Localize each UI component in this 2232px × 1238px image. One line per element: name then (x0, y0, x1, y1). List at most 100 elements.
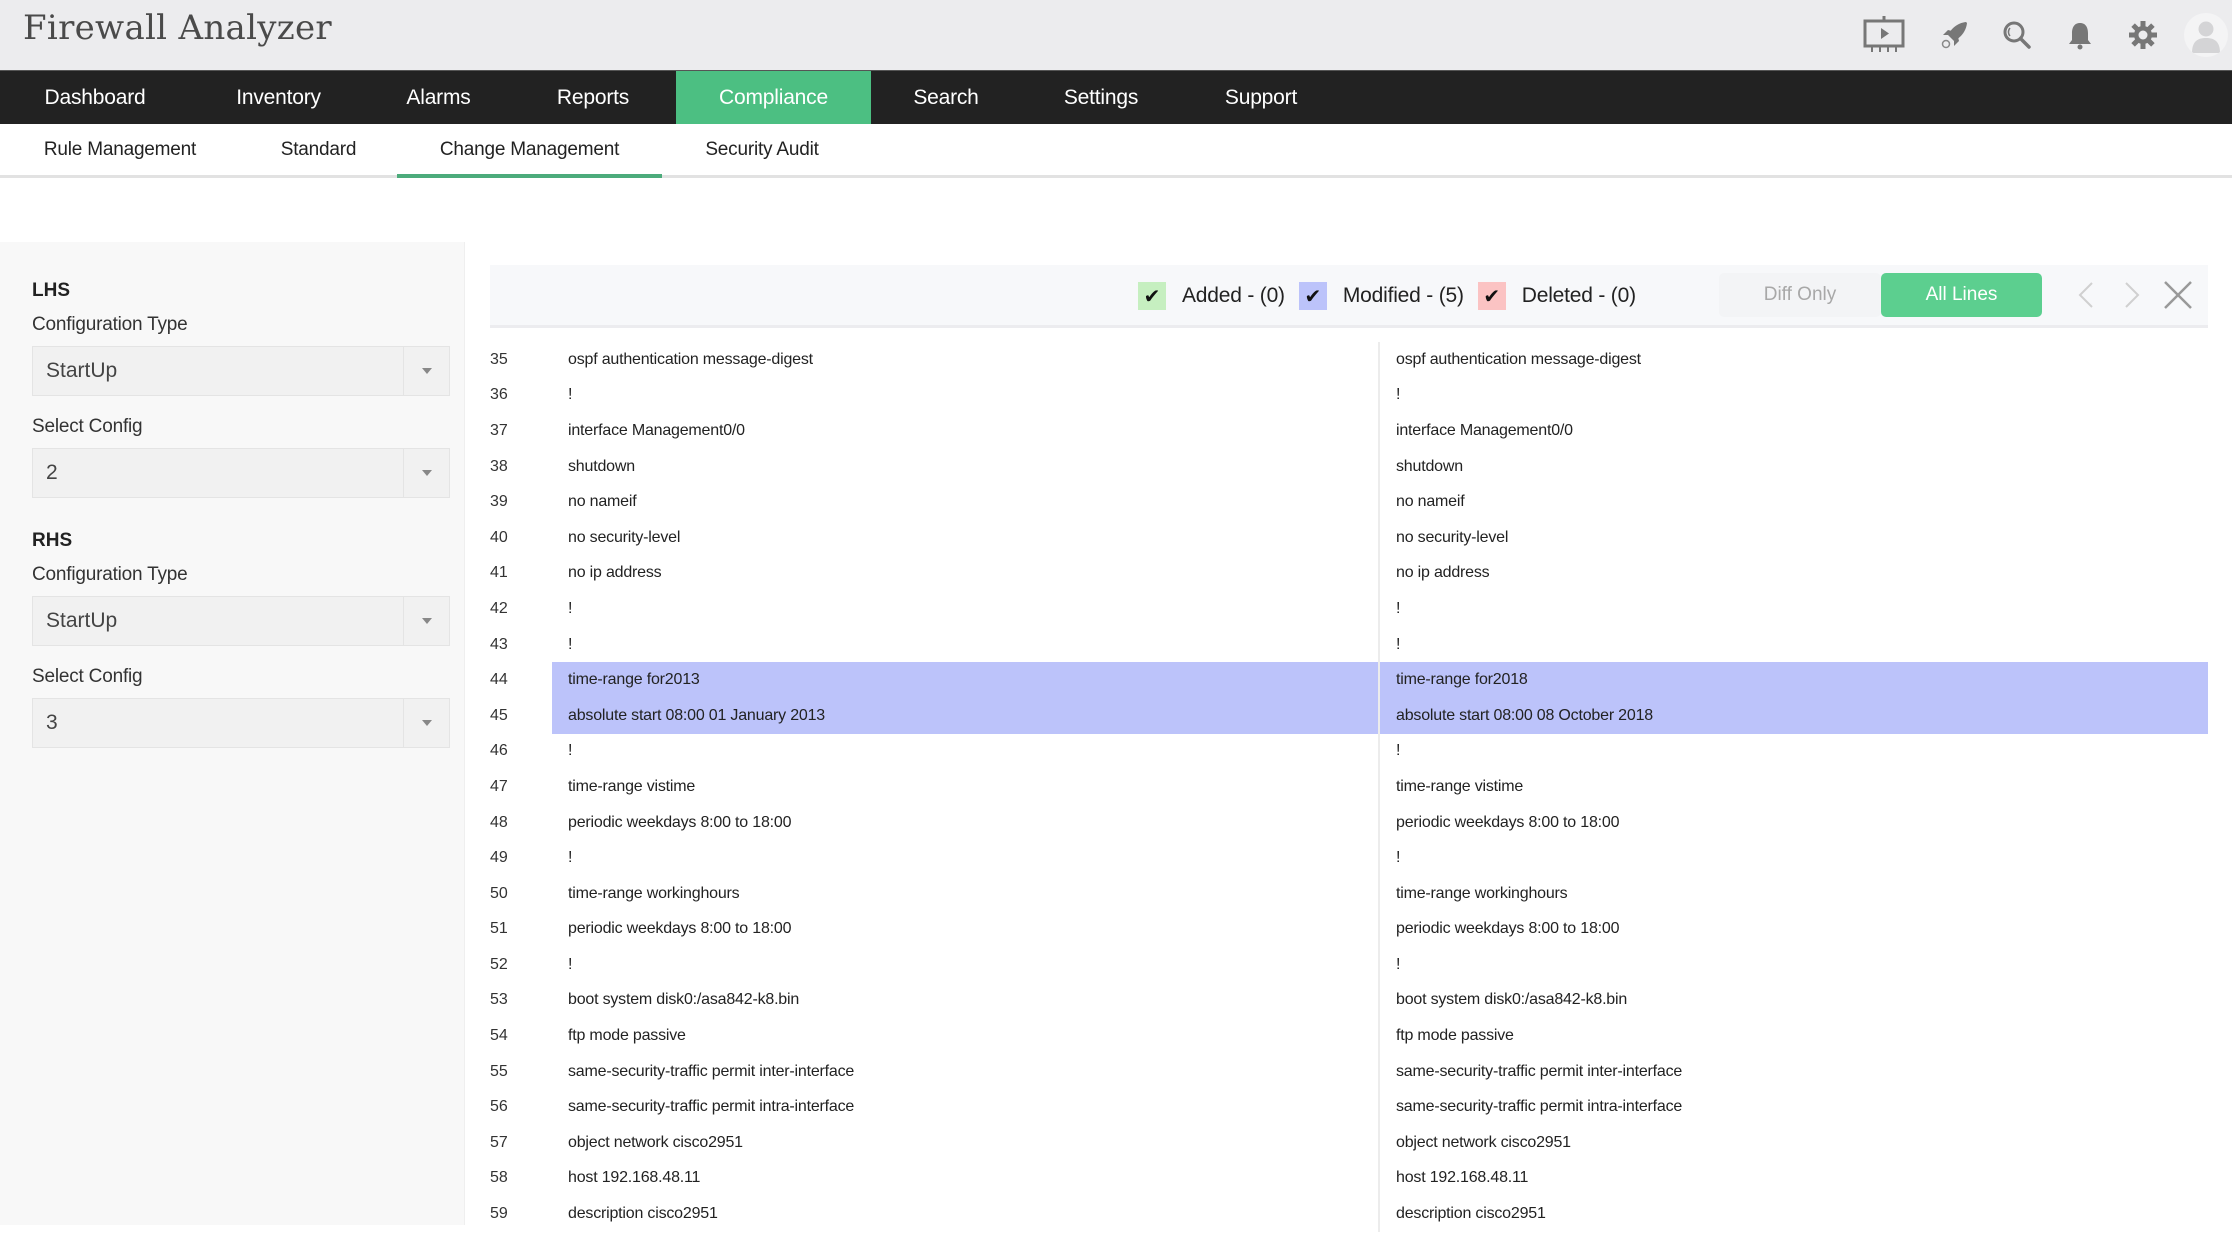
sub-nav: Rule Management Standard Change Manageme… (0, 124, 2232, 178)
lhs-title: LHS (32, 280, 70, 301)
gear-icon[interactable] (2128, 20, 2158, 50)
line-number: 47 (490, 777, 508, 795)
checkbox-added[interactable]: ✔ (1138, 282, 1166, 310)
legend-added-label: Added - (0) (1182, 284, 1285, 307)
diff-row: 46!! (490, 733, 2208, 770)
legend-modified[interactable]: ✔ Modified - (5) (1298, 282, 1464, 310)
line-number: 53 (490, 991, 508, 1009)
rhs-config-type-label: Configuration Type (32, 564, 188, 585)
lhs-config-line: ! (552, 840, 1380, 876)
diff-row: 40 no security-level no security-level (490, 519, 2208, 556)
lhs-config-line: same-security-traffic permit intra-inter… (552, 1089, 1380, 1126)
rhs-select-config-select[interactable]: 3 (32, 698, 450, 748)
rhs-config-line: ! (1396, 955, 1401, 973)
line-number: 35 (490, 350, 508, 368)
nav-inventory[interactable]: Inventory (190, 71, 367, 124)
checkbox-deleted[interactable]: ✔ (1477, 282, 1506, 310)
view-mode-toggle: Diff Only All Lines (1719, 273, 2042, 317)
legend-added[interactable]: ✔ Added - (0) (1138, 282, 1285, 310)
diff-row: 57 object network cisco2951 object network… (490, 1125, 2208, 1161)
subnav-security-audit[interactable]: Security Audit (662, 124, 862, 175)
lhs-config-line: interface Management0/0 (552, 413, 1380, 449)
lhs-config-line: host 192.168.48.11 (552, 1160, 1380, 1197)
diff-row: 47 time-range vistime time-range vistime (490, 769, 2208, 805)
rhs-config-line: ! (1396, 635, 1401, 653)
line-number: 37 (490, 421, 508, 439)
line-number: 54 (490, 1027, 508, 1045)
nav-reports[interactable]: Reports (510, 71, 676, 124)
rhs-config-line: ospf authentication message-digest (1396, 350, 1641, 368)
line-number: 56 (490, 1098, 508, 1116)
diff-row-modified: 44 time-range for2013 time-range for2018 (490, 662, 2208, 698)
diff-only-button[interactable]: Diff Only (1719, 273, 1881, 317)
diff-row: 58 host 192.168.48.11 host 192.168.48.11 (490, 1160, 2208, 1197)
close-icon[interactable] (2162, 279, 2194, 311)
line-number: 46 (490, 742, 508, 760)
diff-row: 50 time-range workinghours time-range work… (490, 875, 2208, 912)
lhs-config-line: time-range vistime (552, 769, 1380, 805)
chevron-down-icon (403, 347, 449, 395)
line-number: 39 (490, 493, 508, 511)
subnav-change-management[interactable]: Change Management (397, 124, 662, 178)
rhs-config-line: shutdown (1396, 457, 1463, 475)
subnav-rule-management[interactable]: Rule Management (0, 124, 240, 175)
app-header: Firewall Analyzer (0, 0, 2232, 70)
line-number: 50 (490, 884, 508, 902)
diff-legend: ✔ Added - (0) ✔ Modified - (5) ✔ Deleted… (1138, 282, 1650, 310)
all-lines-button[interactable]: All Lines (1881, 273, 2042, 317)
next-diff-icon[interactable] (2116, 279, 2148, 311)
lhs-config-line: ! (552, 626, 1380, 663)
diff-row: 51 periodic weekdays 8:00 to 18:00 periodi… (490, 911, 2208, 948)
config-sidebar: LHS Configuration Type StartUp Select Co… (0, 242, 465, 1225)
lhs-section: LHS Configuration Type StartUp Select Co… (32, 280, 464, 498)
lhs-config-line: boot system disk0:/asa842-k8.bin (552, 982, 1380, 1019)
rhs-config-line: host 192.168.48.11 (1396, 1169, 1529, 1187)
nav-settings[interactable]: Settings (1021, 71, 1181, 124)
rhs-config-line: boot system disk0:/asa842-k8.bin (1396, 991, 1628, 1009)
lhs-config-line: time-range workinghours (552, 875, 1380, 912)
nav-alarms[interactable]: Alarms (367, 71, 510, 124)
rhs-config-line: ! (1396, 599, 1401, 617)
diff-row: 55 same-security-traffic permit inter-int… (490, 1053, 2208, 1090)
rhs-config-type-select[interactable]: StartUp (32, 596, 450, 646)
lhs-select-config-select[interactable]: 2 (32, 448, 450, 498)
lhs-config-line: no security-level (552, 519, 1380, 556)
rhs-section: RHS Configuration Type StartUp Select Co… (32, 530, 464, 748)
rhs-config-line: same-security-traffic permit intra-inter… (1396, 1098, 1683, 1116)
nav-support[interactable]: Support (1181, 71, 1341, 124)
bell-icon[interactable] (2065, 20, 2095, 50)
rhs-config-line: time-range vistime (1396, 777, 1524, 795)
rhs-select-config-value: 3 (46, 711, 58, 734)
search-icon[interactable] (2002, 20, 2032, 50)
lhs-config-line: ! (552, 733, 1380, 770)
diff-row: 42!! (490, 591, 2208, 627)
rhs-config-line: no security-level (1396, 528, 1509, 546)
lhs-config-type-select[interactable]: StartUp (32, 346, 450, 396)
legend-deleted[interactable]: ✔ Deleted - (0) (1477, 282, 1636, 310)
checkbox-modified[interactable]: ✔ (1298, 282, 1327, 310)
nav-search[interactable]: Search (871, 71, 1021, 124)
diff-row: 36!! (490, 377, 2208, 414)
rhs-config-line: ! (1396, 849, 1401, 867)
rocket-icon[interactable] (1939, 20, 1969, 50)
chevron-down-icon (403, 449, 449, 497)
lhs-config-line: ! (552, 377, 1380, 414)
legend-deleted-label: Deleted - (0) (1521, 284, 1636, 307)
rhs-config-line: periodic weekdays 8:00 to 18:00 (1396, 813, 1620, 831)
diff-row: 56 same-security-traffic permit intra-int… (490, 1089, 2208, 1126)
rhs-config-line: periodic weekdays 8:00 to 18:00 (1396, 920, 1620, 938)
line-number: 49 (490, 849, 508, 867)
lhs-config-line: same-security-traffic permit inter-inter… (552, 1053, 1380, 1090)
line-number: 58 (490, 1169, 508, 1187)
user-avatar-icon[interactable] (2184, 13, 2228, 57)
nav-dashboard[interactable]: Dashboard (0, 71, 190, 124)
lhs-select-config-label: Select Config (32, 416, 143, 437)
presentation-icon[interactable] (1862, 15, 1906, 55)
previous-diff-icon[interactable] (2070, 279, 2102, 311)
subnav-standard[interactable]: Standard (240, 124, 397, 175)
diff-row: 59 description cisco2951 description cisco… (490, 1196, 2208, 1232)
lhs-config-type-label: Configuration Type (32, 314, 188, 335)
rhs-select-config-label: Select Config (32, 666, 143, 687)
diff-row: 49!! (490, 840, 2208, 876)
nav-compliance[interactable]: Compliance (676, 71, 871, 124)
